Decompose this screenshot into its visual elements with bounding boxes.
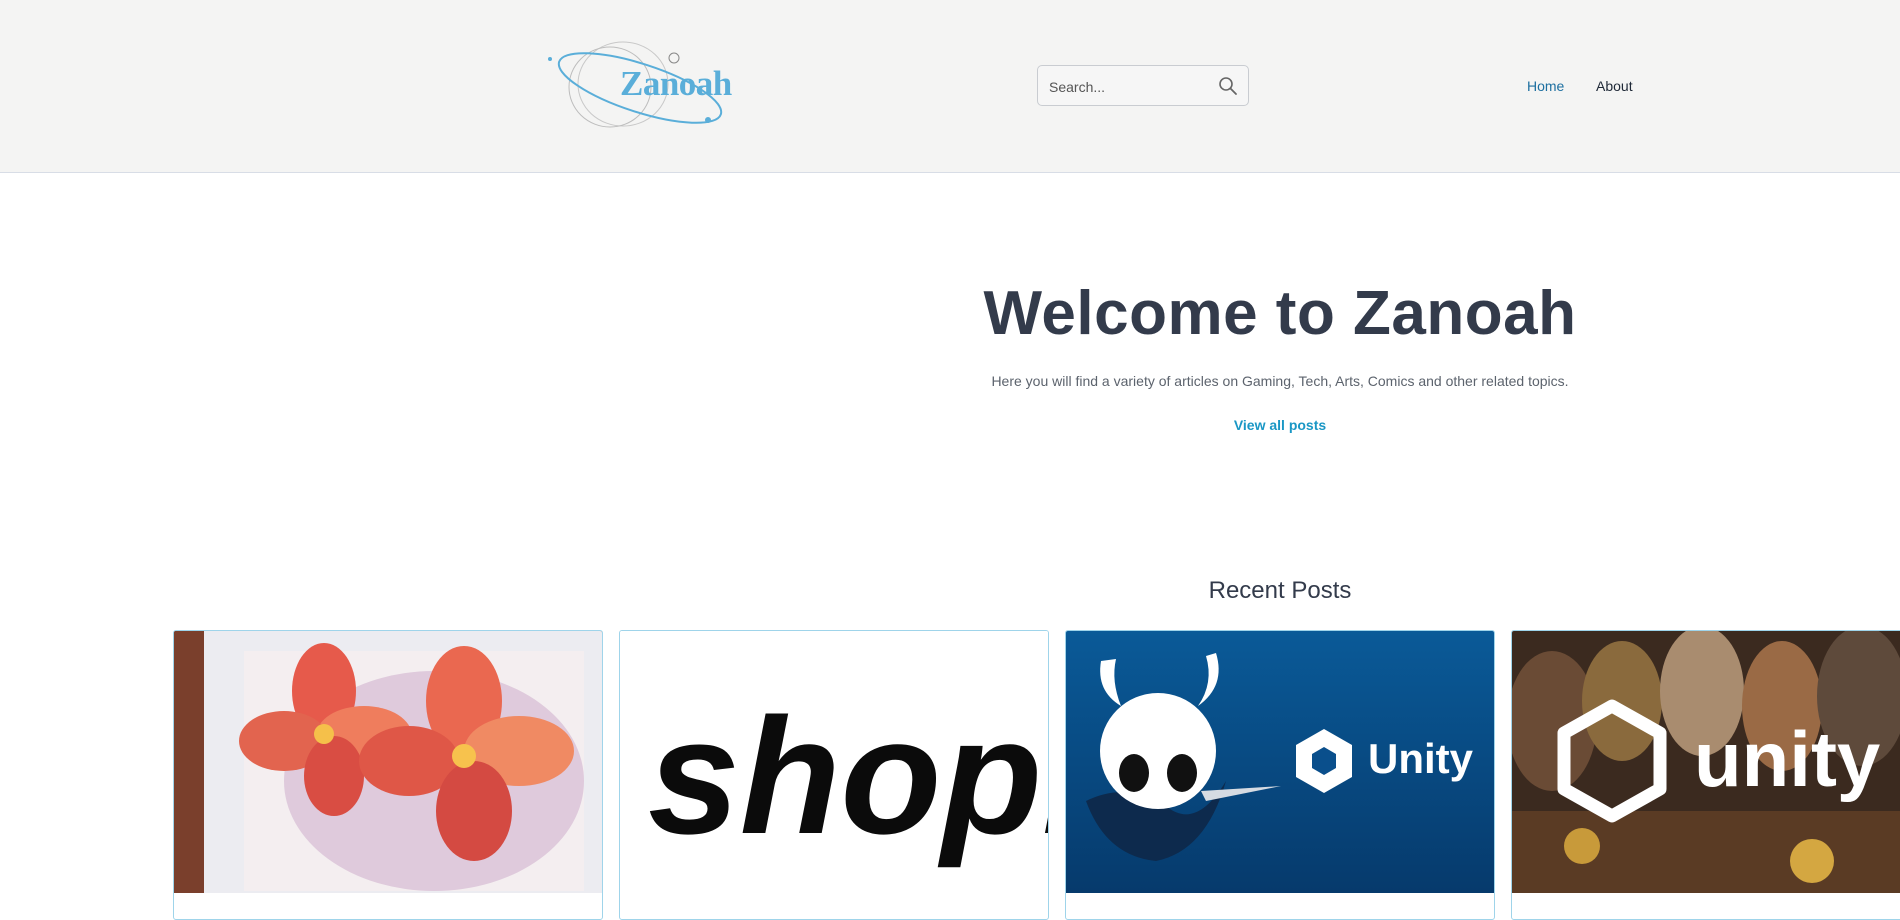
dwarves-unity-image: unity (1512, 631, 1900, 893)
post-card-shopify[interactable]: shopi (619, 630, 1049, 920)
post-card-hollow-knight-unity[interactable]: Unity (1065, 630, 1495, 920)
unity-logo-text: Unity (1368, 735, 1474, 782)
post-card-hibiscus[interactable] (173, 630, 603, 920)
nav-about-link[interactable]: About (1596, 78, 1633, 94)
hero-title: Welcome to Zanoah (983, 279, 1577, 348)
unity-logo-text: unity (1694, 715, 1880, 803)
search-icon[interactable] (1218, 76, 1238, 96)
hollow-knight-unity-image: Unity (1066, 631, 1494, 893)
search-input[interactable] (1047, 74, 1211, 100)
shopify-logo-text: shopi (648, 684, 1049, 868)
search-box[interactable] (1037, 65, 1249, 106)
nav-home-link[interactable]: Home (1527, 78, 1564, 94)
logo-text: Zanoah (620, 64, 732, 103)
hibiscus-painting-image (174, 631, 602, 893)
recent-posts-title: Recent Posts (1208, 577, 1352, 604)
post-card-dwarves-unity[interactable]: unity (1511, 630, 1900, 920)
shopify-logo-image: shopi (620, 631, 1049, 893)
hero-subtitle: Here you will find a variety of articles… (991, 373, 1569, 389)
view-all-posts-link[interactable]: View all posts (780, 417, 1780, 433)
site-header: Zanoah Home About (0, 0, 1900, 173)
